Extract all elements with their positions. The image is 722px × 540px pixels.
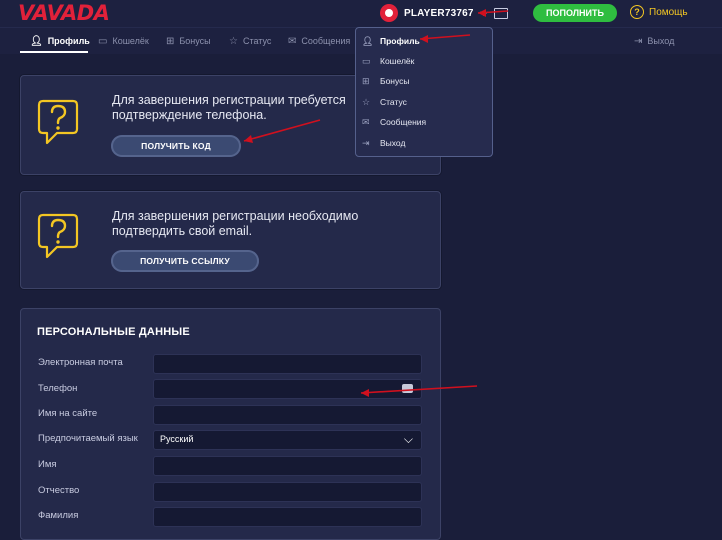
menu-item-label: Бонусы bbox=[380, 76, 410, 86]
menu-item-profile[interactable]: 👤︎ Профиль bbox=[362, 32, 486, 50]
user-icon: 👤︎ bbox=[30, 35, 43, 47]
messages-icon[interactable] bbox=[494, 7, 508, 19]
phone-label: Телефон bbox=[38, 383, 78, 394]
user-dropdown-menu: 👤︎ Профиль ▭ Кошелёк ⊞ Бонусы ☆ Статус ✉… bbox=[355, 27, 493, 157]
active-tab-indicator bbox=[20, 51, 88, 53]
nickname-label: Имя на сайте bbox=[38, 408, 98, 419]
first-name-label: Имя bbox=[38, 459, 57, 470]
top-header: VAVADA PLAYER73767 ⌵ ПОПОЛНИТЬ ? Помощь bbox=[0, 0, 722, 27]
tab-logout[interactable]: ⇥ Выход bbox=[634, 28, 674, 54]
menu-item-logout[interactable]: ⇥ Выход bbox=[362, 134, 486, 152]
nickname-field[interactable] bbox=[153, 405, 422, 425]
email-verification-text: Для завершения регистрации необходимо по… bbox=[112, 209, 359, 238]
language-select[interactable]: Русский ⌵ bbox=[153, 430, 422, 450]
question-bubble-icon bbox=[37, 213, 79, 259]
section-title: ПЕРСОНАЛЬНЫЕ ДАННЫЕ bbox=[37, 326, 190, 338]
menu-item-label: Кошелёк bbox=[380, 56, 415, 66]
menu-item-label: Выход bbox=[380, 138, 406, 148]
mail-icon: ✉︎ bbox=[362, 116, 370, 127]
tab-label: Сообщения bbox=[301, 36, 351, 46]
last-name-field[interactable] bbox=[153, 507, 422, 527]
last-name-label: Фамилия bbox=[38, 510, 79, 521]
middle-name-field[interactable] bbox=[153, 482, 422, 502]
brand-logo[interactable]: VAVADA bbox=[18, 2, 110, 24]
email-label: Электронная почта bbox=[38, 357, 123, 368]
tab-label: Профиль bbox=[47, 36, 90, 46]
help-link[interactable]: ? Помощь bbox=[630, 5, 688, 19]
tab-messages[interactable]: ✉︎ Сообщения bbox=[288, 28, 350, 54]
star-icon: ☆ bbox=[229, 35, 238, 47]
tab-label: Выход bbox=[647, 36, 675, 46]
help-label[interactable]: Помощь bbox=[649, 7, 688, 18]
help-icon[interactable]: ? bbox=[630, 5, 644, 19]
tab-wallet[interactable]: ▭ Кошелёк bbox=[98, 28, 149, 54]
menu-item-label: Статус bbox=[380, 97, 407, 107]
menu-item-label: Сообщения bbox=[380, 117, 427, 127]
logout-icon: ⇥ bbox=[362, 137, 370, 148]
email-verification-card: Для завершения регистрации необходимо по… bbox=[20, 191, 441, 289]
gift-icon: ⊞ bbox=[362, 75, 370, 86]
user-menu[interactable]: PLAYER73767 ⌵ bbox=[380, 3, 508, 23]
tab-label: Статус bbox=[242, 36, 272, 46]
wallet-icon: ▭ bbox=[362, 55, 371, 66]
logout-icon: ⇥ bbox=[634, 35, 643, 47]
gift-icon: ⊞ bbox=[166, 35, 175, 47]
get-link-button[interactable]: ПОЛУЧИТЬ ССЫЛКУ bbox=[111, 250, 259, 272]
wallet-icon: ▭ bbox=[98, 35, 108, 47]
menu-item-bonuses[interactable]: ⊞ Бонусы bbox=[362, 72, 486, 90]
visibility-toggle-icon[interactable] bbox=[402, 384, 413, 393]
question-bubble-icon bbox=[37, 99, 79, 145]
tab-status[interactable]: ☆ Статус bbox=[229, 28, 271, 54]
language-value: Русский bbox=[160, 434, 194, 444]
first-name-field[interactable] bbox=[153, 456, 422, 476]
star-icon: ☆ bbox=[362, 96, 371, 107]
middle-name-label: Отчество bbox=[38, 485, 80, 496]
chevron-down-icon[interactable]: ⌵ bbox=[480, 7, 488, 20]
menu-item-status[interactable]: ☆ Статус bbox=[362, 93, 486, 111]
phone-field[interactable] bbox=[153, 379, 422, 399]
menu-item-label: Профиль bbox=[380, 36, 420, 46]
deposit-button[interactable]: ПОПОЛНИТЬ bbox=[533, 4, 617, 22]
menu-item-messages[interactable]: ✉︎ Сообщения bbox=[362, 113, 486, 131]
language-label: Предпочитаемый язык bbox=[38, 433, 138, 444]
tab-label: Бонусы bbox=[179, 36, 211, 46]
avatar[interactable] bbox=[380, 4, 398, 22]
get-code-button[interactable]: ПОЛУЧИТЬ КОД bbox=[111, 135, 241, 157]
mail-icon: ✉︎ bbox=[288, 35, 297, 47]
username-label[interactable]: PLAYER73767 bbox=[404, 8, 474, 19]
tab-bonuses[interactable]: ⊞ Бонусы bbox=[166, 28, 211, 54]
tab-label: Кошелёк bbox=[112, 36, 149, 46]
chevron-down-icon: ⌵ bbox=[403, 432, 413, 446]
personal-data-section: ПЕРСОНАЛЬНЫЕ ДАННЫЕ Электронная почта Те… bbox=[20, 308, 441, 540]
user-icon: 👤︎ bbox=[362, 35, 374, 46]
email-field[interactable] bbox=[153, 354, 422, 374]
menu-item-wallet[interactable]: ▭ Кошелёк bbox=[362, 52, 486, 70]
